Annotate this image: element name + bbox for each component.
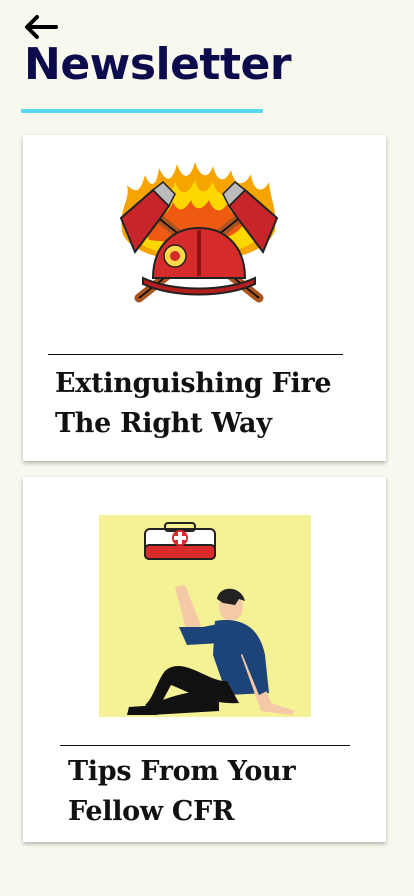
card-divider [60,745,350,746]
fire-axes-helmet-image [113,160,285,312]
title-underline [21,109,263,113]
page-title: Newsletter [24,39,292,90]
first-aid-person-image [99,515,311,717]
article-title[interactable]: Tips From Your Fellow CFR [68,752,368,832]
card-divider [48,354,343,355]
article-card[interactable]: Extinguishing Fire The Right Way [23,135,386,461]
article-title[interactable]: Extinguishing Fire The Right Way [55,364,365,444]
article-card[interactable]: Tips From Your Fellow CFR [23,477,386,842]
